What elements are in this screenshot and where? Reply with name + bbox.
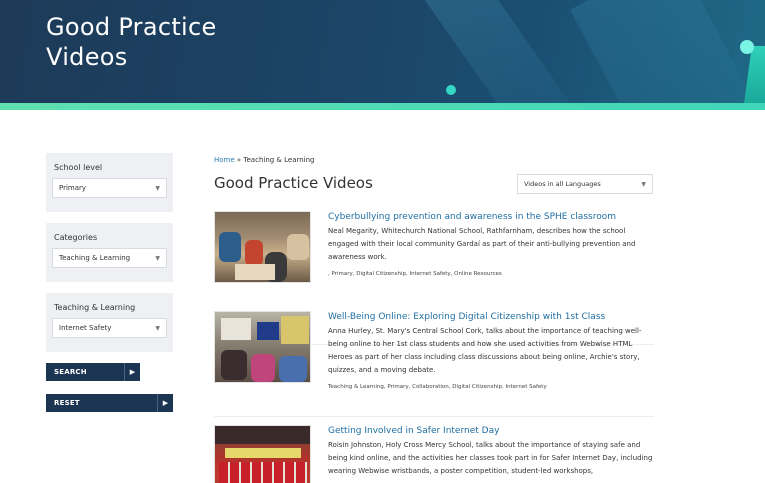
- play-arrow-icon: ▶: [124, 363, 140, 381]
- video-description: Roisin Johnston, Holy Cross Mercy School…: [328, 441, 653, 475]
- reset-button[interactable]: RESET ▶: [46, 394, 173, 412]
- banner-glow-dot: [446, 85, 456, 95]
- banner-decoration: [744, 46, 765, 104]
- filter-sidebar: School level Primary ▼ Categories Teachi…: [46, 153, 173, 412]
- select-value: Primary: [59, 184, 87, 192]
- video-tags: Teaching & Learning, Primary, Collaborat…: [328, 384, 547, 390]
- divider: [214, 416, 654, 417]
- breadcrumb-home-link[interactable]: Home: [214, 156, 235, 164]
- categories-select[interactable]: Teaching & Learning ▼: [52, 248, 167, 268]
- banner-light-beam: [570, 0, 765, 104]
- select-value: Teaching & Learning: [59, 254, 131, 262]
- filter-label: Categories: [54, 233, 98, 242]
- button-label: SEARCH VIDEOS: [46, 363, 124, 394]
- select-value: Internet Safety: [59, 324, 112, 332]
- video-description: Anna Hurley, St. Mary's Central School C…: [328, 327, 642, 374]
- banner-accent-stripe: [0, 103, 765, 110]
- chevron-down-icon: ▼: [641, 181, 646, 188]
- play-arrow-icon: ▶: [157, 394, 173, 412]
- video-title-link[interactable]: Getting Involved in Safer Internet Day: [328, 425, 654, 438]
- video-item: Well-Being Online: Exploring Digital Cit…: [214, 311, 654, 421]
- button-label: RESET: [46, 394, 157, 412]
- page-banner: Good Practice Videos: [0, 0, 765, 104]
- school-level-select[interactable]: Primary ▼: [52, 178, 167, 198]
- chevron-down-icon: ▼: [155, 255, 160, 262]
- banner-title: Good Practice Videos: [46, 13, 217, 71]
- select-value: Videos in all Languages: [524, 180, 601, 188]
- video-title-link[interactable]: Cyberbullying prevention and awareness i…: [328, 211, 654, 224]
- video-description: Neal Megarity, Whitechurch National Scho…: [328, 227, 636, 261]
- search-videos-button[interactable]: SEARCH VIDEOS ▶: [46, 363, 140, 394]
- banner-light-beam: [420, 0, 580, 104]
- video-item: Cyberbullying prevention and awareness i…: [214, 211, 654, 301]
- page-header: Good Practice Videos Videos in all Langu…: [214, 167, 654, 203]
- page-title: Good Practice Videos: [214, 174, 373, 192]
- video-thumbnail[interactable]: [214, 311, 311, 383]
- video-thumbnail[interactable]: [214, 211, 311, 283]
- filter-categories: Categories Teaching & Learning ▼: [46, 223, 173, 282]
- video-thumbnail[interactable]: [214, 425, 311, 483]
- video-item: Getting Involved in Safer Internet Day R…: [214, 425, 654, 483]
- language-select[interactable]: Videos in all Languages ▼: [517, 174, 653, 194]
- main-content: Home » Teaching & Learning Good Practice…: [214, 153, 654, 483]
- video-tags: , Primary, Digital Citizenship, Internet…: [328, 271, 502, 277]
- filter-label: School level: [54, 163, 103, 172]
- chevron-down-icon: ▼: [155, 185, 160, 192]
- chevron-down-icon: ▼: [155, 325, 160, 332]
- breadcrumb-current: Teaching & Learning: [243, 156, 315, 164]
- breadcrumb: Home » Teaching & Learning: [214, 153, 654, 167]
- filter-label: Teaching & Learning: [54, 303, 136, 312]
- video-title-link[interactable]: Well-Being Online: Exploring Digital Cit…: [328, 311, 654, 324]
- filter-school-level: School level Primary ▼: [46, 153, 173, 212]
- banner-glow-dot: [740, 40, 754, 54]
- teaching-learning-select[interactable]: Internet Safety ▼: [52, 318, 167, 338]
- filter-teaching-learning: Teaching & Learning Internet Safety ▼: [46, 293, 173, 352]
